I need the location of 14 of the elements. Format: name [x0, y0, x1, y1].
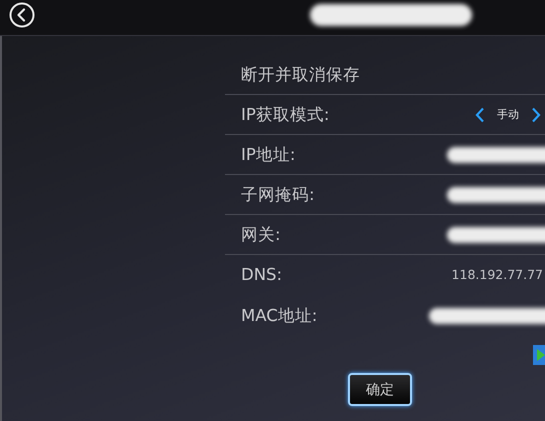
play-icon [533, 345, 545, 365]
setting-label: 子网掩码: [241, 184, 315, 206]
setting-label: IP地址: [241, 144, 296, 166]
setting-label: 网关: [241, 224, 281, 246]
mode-value: 手动 [497, 107, 519, 122]
setting-label: IP获取模式: [241, 104, 330, 126]
chevron-left-icon[interactable] [475, 106, 485, 122]
setting-label[interactable]: 断开并取消保存 [241, 64, 360, 86]
setting-value: 118.192.77.77 [452, 267, 543, 282]
confirm-button[interactable]: 确定 [348, 373, 412, 406]
chevron-right-icon[interactable] [531, 106, 541, 122]
setting-label: DNS: [241, 265, 282, 284]
setting-label: MAC地址: [241, 305, 318, 327]
back-icon[interactable] [9, 2, 35, 28]
